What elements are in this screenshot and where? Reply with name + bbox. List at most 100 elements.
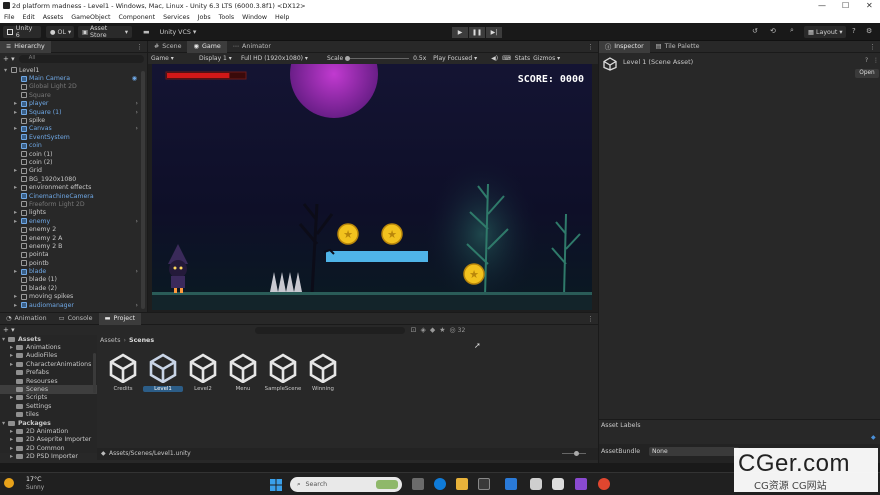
mute-audio-icon[interactable]: ◀) bbox=[491, 55, 498, 62]
visual-studio-icon[interactable] bbox=[575, 478, 587, 490]
prefab-open-icon[interactable]: › bbox=[136, 302, 138, 309]
menu-gameobject[interactable]: GameObject bbox=[71, 14, 110, 21]
hierarchy-item[interactable]: coin (2) bbox=[0, 158, 147, 166]
tab-console[interactable]: ▭ Console bbox=[53, 313, 99, 325]
hierarchy-item[interactable]: ▸ audiomanager › bbox=[0, 301, 147, 309]
file-explorer-icon[interactable] bbox=[456, 478, 468, 490]
project-folder-item[interactable]: ▸ 2D Animation bbox=[0, 427, 97, 435]
collapse-arrow-icon[interactable]: ▸ bbox=[14, 167, 21, 174]
tab-animation[interactable]: ◔ Animation bbox=[0, 313, 53, 325]
project-folder-item[interactable]: Scenes bbox=[0, 385, 97, 394]
project-folder-item[interactable]: ▸ AudioFiles bbox=[0, 352, 97, 360]
hierarchy-item[interactable]: ▸ environment effects bbox=[0, 183, 147, 191]
scale-slider-handle[interactable] bbox=[345, 56, 351, 61]
help-icon[interactable]: ? bbox=[852, 27, 856, 35]
vcs-button[interactable]: ▬ Unity VCS ▾ bbox=[143, 26, 196, 38]
search-by-type-icon[interactable]: ⊡ bbox=[411, 326, 417, 334]
hierarchy-scrollbar[interactable] bbox=[141, 71, 145, 309]
collapse-arrow-icon[interactable]: ▸ bbox=[14, 293, 21, 300]
hierarchy-search-input[interactable]: All bbox=[18, 54, 144, 63]
hierarchy-item[interactable]: enemy 2 B bbox=[0, 242, 147, 250]
weather-temperature[interactable]: 17°C bbox=[26, 476, 42, 483]
scene-asset[interactable]: Level2 bbox=[183, 353, 223, 392]
hierarchy-item[interactable]: pointb bbox=[0, 259, 147, 267]
hierarchy-item[interactable]: blade (1) bbox=[0, 276, 147, 284]
unity-hub-icon[interactable] bbox=[530, 478, 542, 490]
hierarchy-item[interactable]: pointa bbox=[0, 251, 147, 259]
hierarchy-item[interactable]: enemy 2 A bbox=[0, 234, 147, 242]
hierarchy-item[interactable]: BG_1920x1080 bbox=[0, 175, 147, 183]
scene-asset[interactable]: Menu bbox=[223, 353, 263, 392]
menu-help[interactable]: Help bbox=[275, 14, 289, 21]
prefab-open-icon[interactable]: › bbox=[136, 100, 138, 107]
collapse-arrow-icon[interactable]: ▸ bbox=[14, 125, 21, 132]
game-viewport[interactable]: ★ ★ ★ SCORE: 0000 bbox=[152, 64, 592, 310]
project-folder-item[interactable]: tiles bbox=[0, 411, 97, 419]
prefab-open-icon[interactable]: › bbox=[136, 125, 138, 132]
hierarchy-item[interactable]: ▸ Square (1) › bbox=[0, 108, 147, 116]
project-folder-item[interactable]: ▾ Packages bbox=[0, 419, 97, 427]
pause-button[interactable]: ❚❚ bbox=[469, 27, 485, 38]
collapse-arrow-icon[interactable]: ▸ bbox=[14, 100, 21, 107]
hidden-packages-icon[interactable]: ◎ bbox=[450, 326, 456, 334]
breadcrumb-scenes[interactable]: Scenes bbox=[129, 337, 154, 344]
resolution-dropdown[interactable]: Full HD (1920x1080) ▾ bbox=[241, 55, 327, 62]
scene-asset[interactable]: Winning bbox=[303, 353, 343, 392]
search-icon[interactable]: ⌕ bbox=[790, 26, 794, 35]
prefab-open-icon[interactable]: › bbox=[136, 218, 138, 225]
taskbar-search[interactable]: ⌕ Search bbox=[290, 477, 402, 492]
hierarchy-item[interactable]: ▸ player › bbox=[0, 100, 147, 108]
open-button[interactable]: Open bbox=[855, 69, 879, 78]
collapse-arrow-icon[interactable]: ▸ bbox=[14, 218, 21, 225]
stats-button[interactable]: Stats bbox=[515, 55, 530, 62]
tab-inspector[interactable]: ⓘ Inspector bbox=[599, 40, 650, 53]
hierarchy-item[interactable]: blade (2) bbox=[0, 284, 147, 292]
icon-size-slider-handle[interactable] bbox=[574, 451, 579, 456]
hierarchy-item[interactable]: coin (1) bbox=[0, 150, 147, 158]
collapse-arrow-icon[interactable]: ▸ bbox=[14, 109, 21, 116]
project-folder-item[interactable]: Settings bbox=[0, 402, 97, 410]
project-search-input[interactable] bbox=[254, 326, 405, 334]
menu-window[interactable]: Window bbox=[242, 14, 267, 21]
scene-asset[interactable]: SampleScene bbox=[263, 353, 303, 392]
undo-history-icon[interactable]: ⟲ bbox=[770, 27, 776, 35]
icon-size-slider[interactable] bbox=[562, 451, 586, 456]
help-icon[interactable]: ? bbox=[865, 57, 868, 64]
tab-animator[interactable]: ⋯ Animator bbox=[227, 41, 277, 53]
hierarchy-item[interactable]: EventSystem bbox=[0, 133, 147, 141]
hierarchy-item[interactable]: coin bbox=[0, 142, 147, 150]
display-dropdown[interactable]: Display 1 ▾ bbox=[199, 55, 241, 62]
search-by-label-icon[interactable]: ◈ bbox=[420, 326, 425, 334]
project-folder-item[interactable]: ▸ 2D Aseprite Importer bbox=[0, 436, 97, 444]
project-folder-item[interactable]: Prefabs bbox=[0, 369, 97, 377]
hierarchy-item[interactable]: CinemachineCamera bbox=[0, 192, 147, 200]
asset-bundle-dropdown[interactable]: None bbox=[649, 447, 739, 456]
hierarchy-item[interactable]: Global Light 2D bbox=[0, 83, 147, 91]
asset-store-button[interactable]: ▣ Asset Store ▾ bbox=[78, 25, 132, 39]
breadcrumb-assets[interactable]: Assets bbox=[100, 337, 121, 344]
panel-menu-icon[interactable]: ⋮ bbox=[587, 315, 594, 323]
panel-menu-icon[interactable]: ⋮ bbox=[136, 43, 143, 51]
star-icon[interactable]: ★ bbox=[439, 326, 445, 334]
tab-project[interactable]: ▬ Project bbox=[98, 312, 142, 325]
add-icon[interactable]: + ▾ bbox=[3, 326, 15, 334]
shortcuts-icon[interactable]: ⌨ bbox=[502, 55, 511, 62]
hierarchy-item[interactable]: ▸ moving spikes bbox=[0, 293, 147, 301]
unity-editor-icon[interactable] bbox=[552, 478, 564, 490]
hierarchy-item[interactable]: ▸ blade › bbox=[0, 267, 147, 275]
minimize-button[interactable]: — bbox=[818, 1, 826, 10]
collapse-arrow-icon[interactable]: ▸ bbox=[14, 184, 21, 191]
hierarchy-item[interactable]: enemy 2 bbox=[0, 225, 147, 233]
hierarchy-item[interactable]: Main Camera ◉ bbox=[0, 74, 147, 82]
menu-tools[interactable]: Tools bbox=[219, 14, 235, 21]
account-dropdown[interactable]: ● OL ▾ bbox=[46, 26, 74, 38]
tag-icon[interactable]: ◆ bbox=[430, 326, 435, 334]
project-folder-item[interactable]: ▸ Animations bbox=[0, 343, 97, 351]
menu-component[interactable]: Component bbox=[119, 14, 156, 21]
project-folder-item[interactable]: Resourses bbox=[0, 377, 97, 385]
add-icon[interactable]: + ▾ bbox=[3, 55, 15, 63]
hierarchy-item[interactable]: Freeform Light 2D bbox=[0, 200, 147, 208]
task-view-icon[interactable] bbox=[412, 478, 424, 490]
settings-gear-icon[interactable]: ⚙ bbox=[866, 27, 872, 35]
layout-dropdown[interactable]: ▦ Layout ▾ bbox=[804, 26, 846, 38]
